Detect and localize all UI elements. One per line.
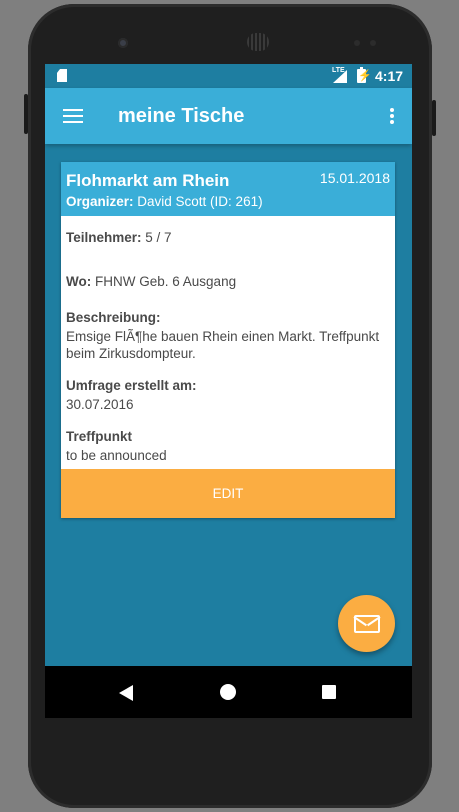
status-bar: LTE ⚡ 4:17 — [45, 64, 412, 88]
volume-button — [24, 94, 28, 134]
envelope-icon — [354, 615, 380, 633]
location-row: Wo: FHNW Geb. 6 Ausgang — [66, 274, 390, 289]
table-card: Flohmarkt am Rhein 15.01.2018 Organizer:… — [61, 162, 395, 518]
meeting-point-value: to be announced — [66, 448, 167, 463]
participants-label: Teilnehmer: — [66, 230, 142, 245]
card-date: 15.01.2018 — [319, 170, 390, 186]
app-bar: meine Tische — [45, 88, 412, 144]
meeting-point-section: Treffpunkt to be announced — [66, 429, 390, 464]
more-options-icon[interactable] — [390, 108, 394, 124]
front-camera — [118, 38, 128, 48]
survey-label: Umfrage erstellt am: — [66, 378, 197, 393]
edit-button[interactable]: EDIT — [61, 469, 395, 518]
page-title: meine Tische — [118, 105, 245, 127]
meeting-point-label: Treffpunkt — [66, 429, 132, 444]
participants-row: Teilnehmer: 5 / 7 — [66, 230, 390, 245]
organizer-label: Organizer: — [66, 194, 134, 209]
sensor-dot — [354, 40, 360, 46]
network-type: LTE — [332, 67, 345, 74]
description-section: Beschreibung: Emsige FlÃ¶he bauen Rhein … — [66, 310, 390, 362]
card-title: Flohmarkt am Rhein — [66, 171, 230, 190]
message-fab-button[interactable] — [338, 595, 395, 652]
location-label: Wo: — [66, 274, 92, 289]
description-value: Emsige FlÃ¶he bauen Rhein einen Markt. T… — [66, 329, 380, 361]
participants-value: 5 / 7 — [145, 230, 172, 245]
recents-icon[interactable] — [322, 685, 336, 699]
app-screen: LTE ⚡ 4:17 meine Tische Flohmarkt am Rhe… — [45, 64, 412, 718]
power-button — [432, 100, 436, 136]
menu-icon[interactable] — [63, 109, 83, 123]
sd-card-icon — [57, 69, 67, 82]
survey-value: 30.07.2016 — [66, 397, 134, 412]
survey-section: Umfrage erstellt am: 30.07.2016 — [66, 378, 390, 413]
home-icon[interactable] — [220, 684, 236, 700]
back-icon[interactable] — [119, 685, 133, 701]
location-value: FHNW Geb. 6 Ausgang — [95, 274, 237, 289]
organizer-value: David Scott (ID: 261) — [137, 194, 263, 209]
navigation-bar — [45, 666, 412, 718]
status-time: 4:17 — [375, 68, 404, 84]
speaker-grille — [247, 33, 269, 51]
organizer: Organizer: David Scott (ID: 261) — [66, 194, 263, 209]
sensor-dot — [370, 40, 376, 46]
battery-icon: ⚡ — [357, 67, 372, 83]
description-label: Beschreibung: — [66, 310, 161, 325]
card-header: Flohmarkt am Rhein 15.01.2018 Organizer:… — [61, 162, 395, 216]
